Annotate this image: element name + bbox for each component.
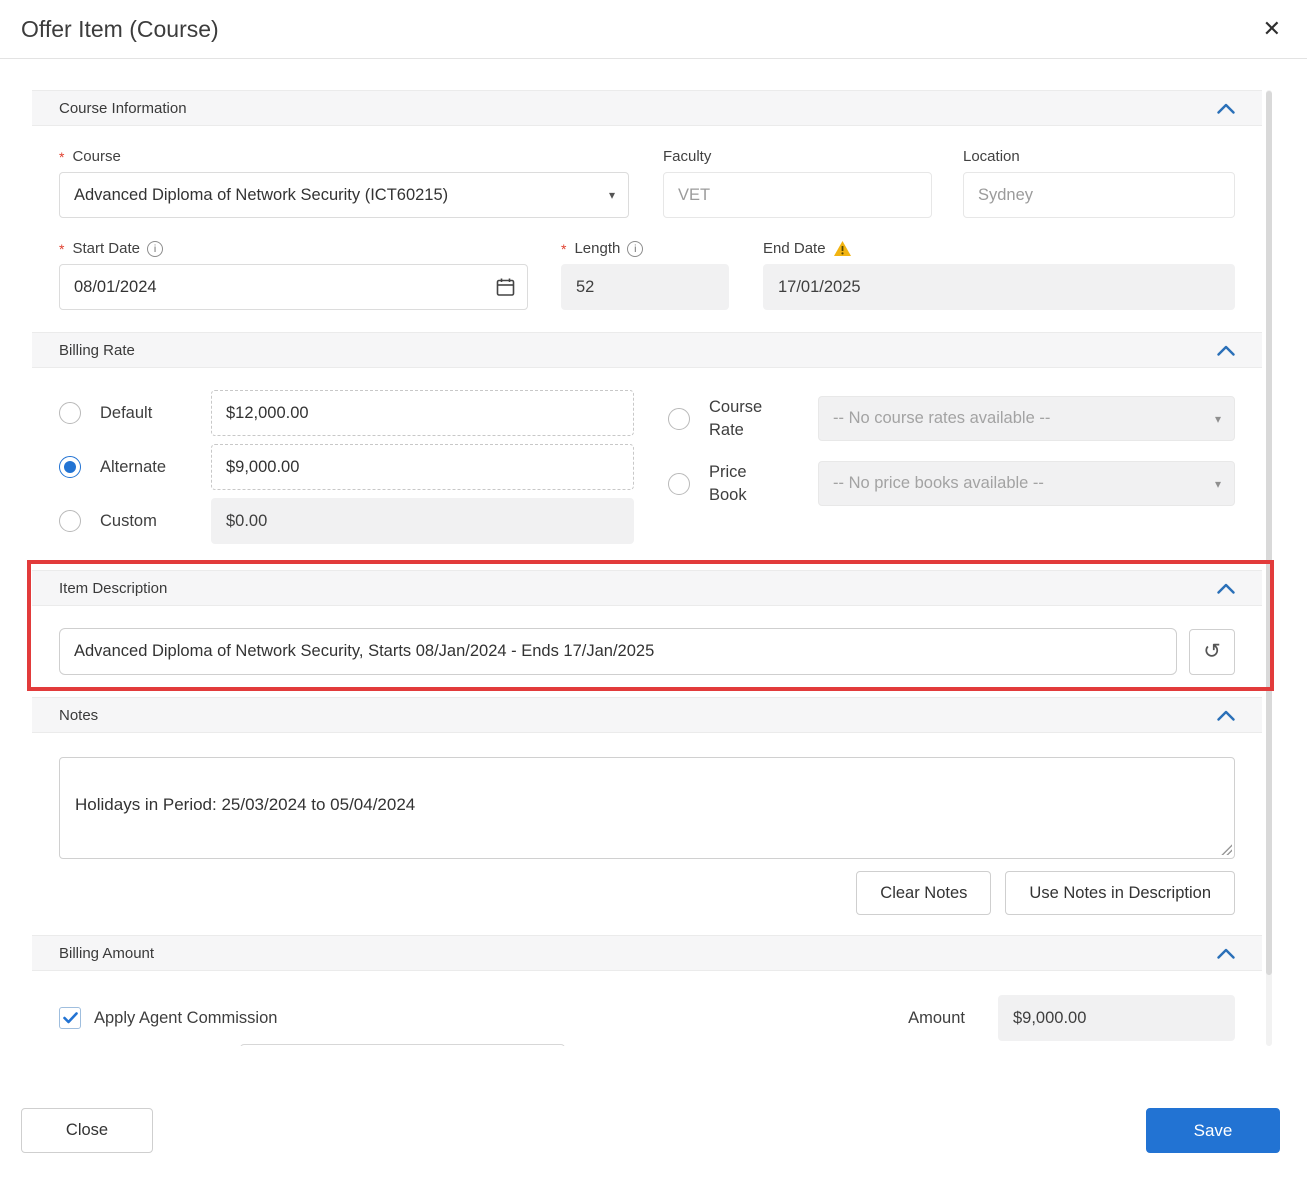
reset-description-button[interactable]: ↺ [1189, 629, 1235, 675]
custom-rate-field [211, 498, 634, 544]
location-label: Location [963, 148, 1235, 165]
amount-label: Amount [908, 1009, 965, 1028]
radio-custom[interactable] [59, 510, 81, 532]
chevron-up-icon[interactable] [1217, 710, 1235, 721]
required-marker: * [561, 241, 566, 257]
warning-icon [833, 240, 852, 257]
faculty-label: Faculty [663, 148, 932, 165]
clipped-row [59, 1044, 1235, 1046]
amount-field [998, 995, 1235, 1041]
use-notes-in-description-button[interactable]: Use Notes in Description [1005, 871, 1235, 915]
billing-option-default: Default [59, 390, 634, 436]
resize-handle[interactable] [1221, 844, 1232, 855]
info-icon[interactable]: i [627, 241, 643, 257]
radio-label: Custom [100, 512, 211, 531]
chevron-up-icon[interactable] [1217, 583, 1235, 594]
dialog-title: Offer Item (Course) [21, 16, 219, 43]
close-icon[interactable]: ✕ [1263, 18, 1281, 40]
section-notes: Notes Holidays in Period: 25/03/2024 to … [32, 697, 1262, 935]
info-icon[interactable]: i [147, 241, 163, 257]
billing-option-alternate: Alternate [59, 444, 634, 490]
end-date-field [763, 264, 1235, 310]
radio-label: Default [100, 404, 211, 423]
course-select[interactable]: Advanced Diploma of Network Security (IC… [59, 172, 629, 218]
length-label: *Length i [561, 240, 729, 257]
section-item-description: Item Description ↺ [32, 570, 1262, 697]
scrollbar-track[interactable] [1266, 90, 1272, 1046]
clipped-input [240, 1044, 565, 1046]
end-date-label: End Date [763, 240, 1235, 257]
section-title: Billing Amount [59, 945, 154, 962]
length-field [561, 264, 729, 310]
radio-default[interactable] [59, 402, 81, 424]
section-billing-amount: Billing Amount Apply Agent Commission Am… [32, 935, 1262, 1046]
alternate-rate-field[interactable] [211, 444, 634, 490]
billing-option-course-rate: Course Rate -- No course rates available… [668, 396, 1235, 441]
apply-agent-commission-checkbox[interactable] [59, 1007, 81, 1029]
dialog-header: Offer Item (Course) ✕ [0, 0, 1307, 59]
chevron-down-icon: ▾ [1215, 412, 1221, 426]
notes-textarea[interactable]: Holidays in Period: 25/03/2024 to 05/04/… [59, 757, 1235, 859]
chevron-down-icon: ▾ [609, 188, 615, 202]
radio-label: Price Book [709, 461, 771, 506]
radio-label: Course Rate [709, 396, 771, 441]
course-rate-select: -- No course rates available -- ▾ [818, 396, 1235, 441]
price-book-select-value: -- No price books available -- [833, 474, 1044, 493]
chevron-up-icon[interactable] [1217, 345, 1235, 356]
dialog-body: Course Information *Course Advanced Dipl… [32, 90, 1262, 1046]
price-book-select: -- No price books available -- ▾ [818, 461, 1235, 506]
section-course-information: Course Information *Course Advanced Dipl… [32, 90, 1262, 332]
section-header-billing-amount[interactable]: Billing Amount [32, 935, 1262, 971]
chevron-up-icon[interactable] [1217, 103, 1235, 114]
section-title: Billing Rate [59, 342, 135, 359]
save-button[interactable]: Save [1146, 1108, 1280, 1153]
section-title: Course Information [59, 100, 187, 117]
course-rate-select-value: -- No course rates available -- [833, 409, 1050, 428]
start-date-label: *Start Date i [59, 240, 528, 257]
section-header-notes[interactable]: Notes [32, 697, 1262, 733]
chevron-down-icon: ▾ [1215, 477, 1221, 491]
calendar-icon[interactable] [496, 278, 515, 297]
section-header-billing-rate[interactable]: Billing Rate [32, 332, 1262, 368]
course-select-value: Advanced Diploma of Network Security (IC… [74, 186, 448, 205]
location-field [963, 172, 1235, 218]
apply-agent-commission-label: Apply Agent Commission [94, 1009, 277, 1028]
history-reset-icon: ↺ [1203, 639, 1221, 664]
radio-label: Alternate [100, 458, 211, 477]
section-header-item-description[interactable]: Item Description [32, 570, 1262, 606]
item-description-field[interactable] [59, 628, 1177, 675]
clear-notes-button[interactable]: Clear Notes [856, 871, 991, 915]
radio-price-book[interactable] [668, 473, 690, 495]
required-marker: * [59, 149, 64, 165]
required-marker: * [59, 241, 64, 257]
start-date-field[interactable] [59, 264, 528, 310]
scrollbar-thumb[interactable] [1266, 91, 1272, 975]
chevron-up-icon[interactable] [1217, 948, 1235, 959]
section-title: Notes [59, 707, 98, 724]
section-header-course-information[interactable]: Course Information [32, 90, 1262, 126]
section-title: Item Description [59, 580, 167, 597]
billing-option-custom: Custom [59, 498, 634, 544]
course-label: *Course [59, 148, 629, 165]
faculty-field [663, 172, 932, 218]
default-rate-field[interactable] [211, 390, 634, 436]
section-billing-rate: Billing Rate Default Alternate [32, 332, 1262, 570]
radio-course-rate[interactable] [668, 408, 690, 430]
close-button[interactable]: Close [21, 1108, 153, 1153]
radio-alternate[interactable] [59, 456, 81, 478]
billing-option-price-book: Price Book -- No price books available -… [668, 461, 1235, 506]
